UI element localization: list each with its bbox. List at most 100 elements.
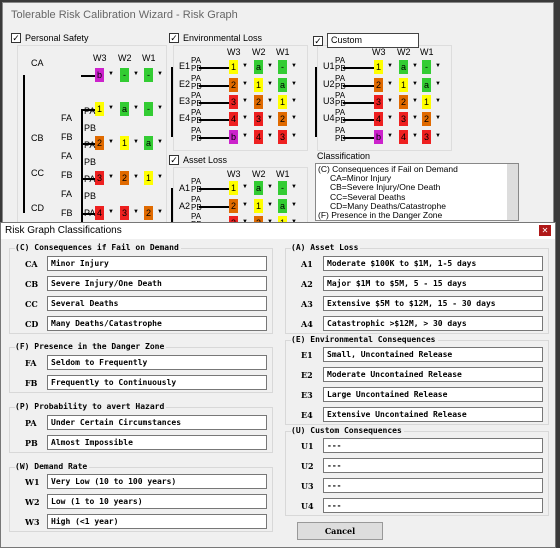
chevron-down-icon[interactable]: ▼	[108, 209, 114, 215]
risk-level-dropdown[interactable]: 2	[422, 112, 431, 126]
chevron-down-icon[interactable]: ▼	[242, 63, 248, 69]
chevron-down-icon[interactable]: ▼	[267, 202, 273, 208]
risk-level-dropdown[interactable]: 2	[374, 78, 383, 92]
chevron-down-icon[interactable]: ▼	[291, 133, 297, 139]
risk-level-dropdown[interactable]: 4	[229, 112, 238, 126]
field-e1-input[interactable]: Small, Uncontained Release	[323, 347, 543, 362]
field-cd-input[interactable]: Many Deaths/Catastrophe	[47, 316, 267, 331]
risk-level-dropdown[interactable]: 1	[254, 78, 263, 92]
field-a4-input[interactable]: Catastrophic >$12M, > 30 days	[323, 316, 543, 331]
risk-level-dropdown[interactable]: 3	[422, 130, 431, 144]
custom-check-icon[interactable]: ✓	[313, 35, 323, 46]
chevron-down-icon[interactable]: ▼	[157, 209, 163, 215]
field-u4-input[interactable]: ---	[323, 498, 543, 513]
chevron-down-icon[interactable]: ▼	[133, 174, 139, 180]
personal-check-icon[interactable]: ✓	[11, 33, 21, 43]
risk-level-dropdown[interactable]: 1	[144, 171, 153, 185]
chevron-down-icon[interactable]: ▼	[291, 184, 297, 190]
risk-level-dropdown[interactable]: b	[374, 130, 383, 144]
environmental-check-icon[interactable]: ✓	[169, 33, 179, 43]
risk-level-dropdown[interactable]: a	[422, 78, 431, 92]
chevron-down-icon[interactable]: ▼	[108, 71, 114, 77]
field-w2-input[interactable]: Low (1 to 10 years)	[47, 494, 267, 509]
field-a1-input[interactable]: Moderate $100K to $1M, 1-5 days	[323, 256, 543, 271]
chevron-down-icon[interactable]: ▼	[387, 81, 393, 87]
risk-level-dropdown[interactable]: 3	[278, 130, 287, 144]
field-a3-input[interactable]: Extensive $5M to $12M, 15 - 30 days	[323, 296, 543, 311]
chevron-down-icon[interactable]: ▼	[157, 105, 163, 111]
risk-level-dropdown[interactable]: 1	[278, 95, 287, 109]
risk-level-dropdown[interactable]: 2	[399, 95, 408, 109]
chevron-down-icon[interactable]: ▼	[435, 63, 441, 69]
chevron-down-icon[interactable]: ▼	[412, 98, 418, 104]
risk-level-dropdown[interactable]: 2	[229, 199, 238, 213]
risk-level-dropdown[interactable]: 2	[254, 95, 263, 109]
risk-level-dropdown[interactable]: 1	[229, 181, 238, 195]
risk-level-dropdown[interactable]: -	[278, 60, 287, 74]
chevron-down-icon[interactable]: ▼	[157, 174, 163, 180]
risk-level-dropdown[interactable]: b	[229, 130, 238, 144]
chevron-down-icon[interactable]: ▼	[267, 98, 273, 104]
field-e4-input[interactable]: Extensive Uncontained Release	[323, 407, 543, 422]
risk-level-dropdown[interactable]: a	[278, 78, 287, 92]
chevron-down-icon[interactable]: ▼	[435, 133, 441, 139]
risk-level-dropdown[interactable]: 1	[120, 136, 129, 150]
field-u3-input[interactable]: ---	[323, 478, 543, 493]
field-fa-input[interactable]: Seldom to Frequently	[47, 355, 267, 370]
risk-level-dropdown[interactable]: 3	[254, 112, 263, 126]
field-e2-input[interactable]: Moderate Uncontained Release	[323, 367, 543, 382]
risk-level-dropdown[interactable]: a	[254, 60, 263, 74]
risk-level-dropdown[interactable]: 3	[229, 95, 238, 109]
chevron-down-icon[interactable]: ▼	[108, 174, 114, 180]
risk-level-dropdown[interactable]: -	[120, 68, 129, 82]
risk-level-dropdown[interactable]: -	[422, 60, 431, 74]
personal-checkbox[interactable]: ✓ Personal Safety	[11, 33, 89, 43]
custom-checkbox[interactable]: ✓ Custom	[313, 33, 419, 48]
risk-level-dropdown[interactable]: -	[144, 102, 153, 116]
chevron-down-icon[interactable]: ▼	[267, 81, 273, 87]
risk-level-dropdown[interactable]: a	[278, 199, 287, 213]
risk-level-dropdown[interactable]: 1	[399, 78, 408, 92]
field-w1-input[interactable]: Very Low (10 to 100 years)	[47, 474, 267, 489]
chevron-down-icon[interactable]: ▼	[412, 81, 418, 87]
risk-level-dropdown[interactable]: a	[144, 136, 153, 150]
chevron-down-icon[interactable]: ▼	[291, 81, 297, 87]
risk-level-dropdown[interactable]: 1	[374, 60, 383, 74]
chevron-down-icon[interactable]: ▼	[242, 98, 248, 104]
chevron-down-icon[interactable]: ▼	[387, 98, 393, 104]
chevron-down-icon[interactable]: ▼	[387, 133, 393, 139]
risk-level-dropdown[interactable]: 3	[374, 95, 383, 109]
risk-level-dropdown[interactable]: a	[399, 60, 408, 74]
field-w3-input[interactable]: High (<1 year)	[47, 514, 267, 529]
chevron-down-icon[interactable]: ▼	[387, 115, 393, 121]
chevron-down-icon[interactable]: ▼	[412, 115, 418, 121]
chevron-down-icon[interactable]: ▼	[291, 63, 297, 69]
risk-level-dropdown[interactable]: 3	[95, 171, 104, 185]
chevron-down-icon[interactable]: ▼	[242, 202, 248, 208]
classification-scrollbar[interactable]	[507, 164, 518, 220]
chevron-down-icon[interactable]: ▼	[387, 63, 393, 69]
chevron-down-icon[interactable]: ▼	[133, 139, 139, 145]
chevron-down-icon[interactable]: ▼	[108, 105, 114, 111]
risk-level-dropdown[interactable]: 2	[144, 206, 153, 220]
risk-level-dropdown[interactable]: 2	[229, 78, 238, 92]
environmental-checkbox[interactable]: ✓ Environmental Loss	[169, 33, 262, 43]
risk-level-dropdown[interactable]: 4	[254, 130, 263, 144]
chevron-down-icon[interactable]: ▼	[412, 133, 418, 139]
asset-checkbox[interactable]: ✓ Asset Loss	[169, 155, 227, 165]
risk-level-dropdown[interactable]: 2	[120, 171, 129, 185]
field-cb-input[interactable]: Severe Injury/One Death	[47, 276, 267, 291]
risk-level-dropdown[interactable]: 4	[374, 112, 383, 126]
risk-level-dropdown[interactable]: -	[144, 68, 153, 82]
field-u1-input[interactable]: ---	[323, 438, 543, 453]
risk-level-dropdown[interactable]: 4	[95, 206, 104, 220]
classification-list[interactable]: (C) Consequences if Fail on Demand CA=Mi…	[315, 163, 519, 221]
chevron-down-icon[interactable]: ▼	[435, 98, 441, 104]
chevron-down-icon[interactable]: ▼	[133, 105, 139, 111]
chevron-down-icon[interactable]: ▼	[267, 184, 273, 190]
cancel-button[interactable]: Cancel	[297, 522, 383, 540]
chevron-down-icon[interactable]: ▼	[242, 184, 248, 190]
chevron-down-icon[interactable]: ▼	[133, 71, 139, 77]
risk-level-dropdown[interactable]: a	[254, 181, 263, 195]
chevron-down-icon[interactable]: ▼	[242, 81, 248, 87]
